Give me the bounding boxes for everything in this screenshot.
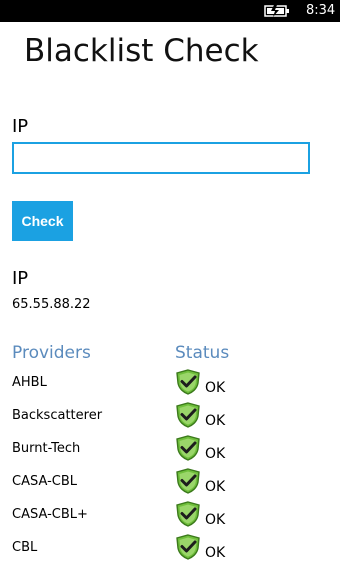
result-ip-value: 65.55.88.22 [12, 297, 91, 312]
status-value: OK [205, 545, 226, 561]
status-bar: 8:34 [0, 0, 340, 22]
provider-name: Burnt-Tech [12, 441, 81, 456]
provider-name: Backscatterer [12, 408, 103, 423]
page-title: Blacklist Check [24, 33, 259, 69]
list-item: CASA-CBL OK [0, 466, 340, 499]
status-value: OK [205, 479, 226, 495]
status-header: Status [175, 343, 230, 363]
status-value: OK [205, 446, 226, 462]
ip-input[interactable] [12, 142, 310, 174]
provider-name: CASA-CBL [12, 474, 77, 489]
list-item: CASA-CBL+ OK [0, 499, 340, 532]
providers-header: Providers [12, 343, 91, 363]
provider-name: CASA-CBL+ [12, 507, 88, 522]
list-item: Backscatterer OK [0, 400, 340, 433]
ip-label: IP [12, 116, 29, 137]
provider-list: AHBL OK Backscatterer OK Burnt-Tech OK C… [0, 367, 340, 565]
shield-check-icon [176, 534, 200, 560]
status-value: OK [205, 413, 226, 429]
list-item: Burnt-Tech OK [0, 433, 340, 466]
shield-check-icon [176, 402, 200, 428]
shield-check-icon [176, 435, 200, 461]
clock-time: 8:34 [306, 3, 336, 18]
status-value: OK [205, 512, 226, 528]
shield-check-icon [176, 468, 200, 494]
list-item: CBL OK [0, 532, 340, 565]
result-ip-label: IP [12, 268, 29, 289]
provider-name: AHBL [12, 375, 47, 390]
battery-charging-icon [264, 5, 289, 17]
check-button[interactable]: Check [12, 201, 73, 241]
status-value: OK [205, 380, 226, 396]
provider-name: CBL [12, 540, 38, 555]
shield-check-icon [176, 501, 200, 527]
list-item: AHBL OK [0, 367, 340, 400]
shield-check-icon [176, 369, 200, 395]
